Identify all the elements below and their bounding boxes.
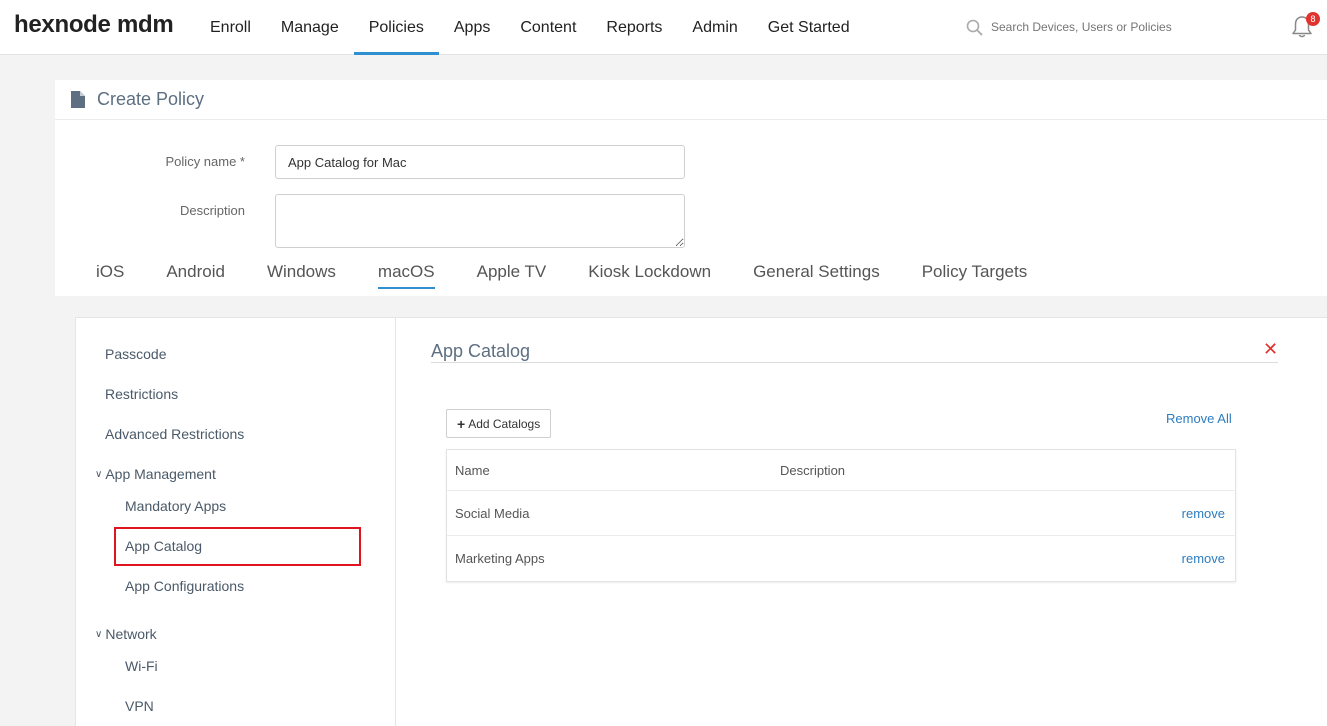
tab-android[interactable]: Android <box>145 262 246 296</box>
remove-all-link[interactable]: Remove All <box>1166 411 1232 426</box>
search-icon <box>966 19 983 35</box>
policy-form-card: Create Policy Policy name * Description … <box>55 80 1327 296</box>
catalog-name: Marketing Apps <box>455 551 545 566</box>
chevron-down-icon: ∨ <box>95 628 103 640</box>
section-title: App Catalog <box>431 341 531 361</box>
tab-label: Kiosk Lockdown <box>588 262 712 281</box>
nav-apps[interactable]: Apps <box>439 0 505 55</box>
table-row: Social Media remove <box>447 491 1235 536</box>
notifications-button[interactable]: 8 <box>1290 12 1320 40</box>
sidebar-group-network[interactable]: ∨ Network <box>95 626 157 642</box>
add-catalogs-button[interactable]: + Add Catalogs <box>446 409 552 438</box>
tab-windows[interactable]: Windows <box>246 262 357 296</box>
sidebar-group-app-management[interactable]: ∨ App Management <box>95 466 216 482</box>
top-bar: hexnode mdm Enroll Manage Policies Apps … <box>0 0 1327 55</box>
tab-label: iOS <box>96 262 125 281</box>
remove-link[interactable]: remove <box>1182 491 1225 535</box>
tab-label: macOS <box>377 262 435 289</box>
tab-general-settings[interactable]: General Settings <box>732 262 901 296</box>
close-icon[interactable]: ✕ <box>1263 339 1278 360</box>
nav-manage[interactable]: Manage <box>266 0 354 55</box>
column-header-description: Description <box>780 462 846 478</box>
description-label: Description <box>179 203 245 218</box>
policy-name-label: Policy name * <box>165 154 245 169</box>
tab-ios[interactable]: iOS <box>75 262 145 296</box>
policy-sidebar: Passcode Restrictions Advanced Restricti… <box>76 318 396 726</box>
nav-policies[interactable]: Policies <box>353 0 439 55</box>
sidebar-group-label: Network <box>105 626 157 642</box>
plus-icon: + <box>457 415 466 432</box>
column-header-name: Name <box>455 462 490 478</box>
search-input[interactable] <box>991 20 1211 34</box>
nav-get-started[interactable]: Get Started <box>753 0 865 55</box>
table-row: Marketing Apps remove <box>447 536 1235 581</box>
sidebar-item-restrictions[interactable]: Restrictions <box>105 386 178 402</box>
global-search <box>966 16 1216 38</box>
section-divider <box>431 362 1278 363</box>
nav-enroll[interactable]: Enroll <box>195 0 266 55</box>
main-nav: Enroll Manage Policies Apps Content Repo… <box>195 0 865 55</box>
tab-macos[interactable]: macOS <box>357 262 456 296</box>
tab-label: General Settings <box>753 262 880 281</box>
tab-apple-tv[interactable]: Apple TV <box>456 262 568 296</box>
nav-admin[interactable]: Admin <box>677 0 752 55</box>
description-textarea[interactable] <box>275 194 685 248</box>
sidebar-item-app-catalog[interactable]: App Catalog <box>125 538 202 554</box>
hexnode-logo[interactable]: hexnode mdm <box>14 11 174 39</box>
tab-label: Apple TV <box>476 262 547 281</box>
sidebar-item-app-configurations[interactable]: App Configurations <box>125 578 244 594</box>
chevron-down-icon: ∨ <box>95 468 103 480</box>
sidebar-item-vpn[interactable]: VPN <box>125 698 154 714</box>
platform-tabs: iOS Android Windows macOS Apple TV Kiosk… <box>75 262 1048 296</box>
app-catalog-panel: App Catalog ✕ + Add Catalogs Remove All … <box>431 318 1281 726</box>
nav-content[interactable]: Content <box>505 0 591 55</box>
page-title: Create Policy <box>97 89 205 109</box>
sidebar-group-label: App Management <box>105 466 216 482</box>
catalog-name: Social Media <box>455 505 530 521</box>
notification-badge: 8 <box>1306 12 1320 26</box>
tab-kiosk-lockdown[interactable]: Kiosk Lockdown <box>567 262 732 296</box>
sidebar-item-mandatory-apps[interactable]: Mandatory Apps <box>125 498 226 514</box>
add-catalogs-label: Add Catalogs <box>468 416 541 431</box>
catalog-table: Name Description Social Media remove Mar… <box>446 449 1236 582</box>
sidebar-item-passcode[interactable]: Passcode <box>105 346 166 362</box>
policy-name-input[interactable] <box>275 145 685 179</box>
tab-label: Android <box>166 262 225 281</box>
page-header: Create Policy <box>55 80 1327 120</box>
policy-content: Passcode Restrictions Advanced Restricti… <box>75 317 1327 726</box>
sidebar-item-advanced-restrictions[interactable]: Advanced Restrictions <box>105 426 244 442</box>
remove-link[interactable]: remove <box>1182 536 1225 581</box>
sidebar-item-wifi[interactable]: Wi-Fi <box>125 658 158 674</box>
document-icon <box>71 91 85 108</box>
tab-policy-targets[interactable]: Policy Targets <box>901 262 1049 296</box>
nav-reports[interactable]: Reports <box>591 0 677 55</box>
tab-label: Windows <box>266 262 336 281</box>
tab-label: Policy Targets <box>921 262 1028 281</box>
table-header: Name Description <box>447 450 1235 491</box>
